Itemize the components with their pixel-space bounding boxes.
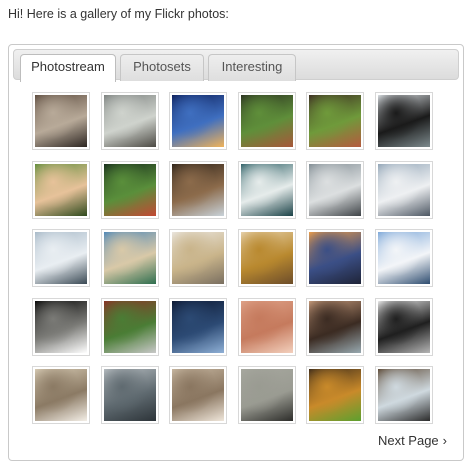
photo-thumbnail[interactable]	[169, 92, 227, 150]
photo-thumbnail[interactable]	[306, 92, 364, 150]
photo-image	[104, 369, 156, 421]
photo-thumbnail[interactable]	[238, 161, 296, 219]
photo-image	[104, 95, 156, 147]
photo-image	[378, 232, 430, 284]
photo-image	[104, 301, 156, 353]
next-page-label: Next Page	[377, 433, 439, 448]
photo-thumbnail[interactable]	[375, 366, 433, 424]
photo-thumbnail[interactable]	[306, 298, 364, 356]
photo-image	[241, 301, 293, 353]
photo-thumbnail[interactable]	[101, 92, 159, 150]
photo-thumbnail[interactable]	[375, 92, 433, 150]
photo-thumbnail[interactable]	[101, 161, 159, 219]
photo-image	[35, 95, 87, 147]
chevron-right-icon: ›	[442, 433, 447, 448]
photo-thumbnail[interactable]	[169, 298, 227, 356]
photo-thumbnail[interactable]	[375, 161, 433, 219]
photo-thumbnail[interactable]	[238, 298, 296, 356]
photo-image	[309, 95, 361, 147]
photo-thumbnail[interactable]	[101, 366, 159, 424]
photo-thumbnail[interactable]	[375, 229, 433, 287]
photo-thumbnail[interactable]	[32, 161, 90, 219]
photo-image	[35, 301, 87, 353]
photo-image	[241, 95, 293, 147]
photo-thumbnail[interactable]	[306, 366, 364, 424]
photo-image	[35, 232, 87, 284]
photo-image	[104, 164, 156, 216]
photo-image	[309, 232, 361, 284]
photo-image	[172, 232, 224, 284]
photo-image	[35, 164, 87, 216]
photo-thumbnail[interactable]	[238, 92, 296, 150]
photo-thumbnail[interactable]	[169, 161, 227, 219]
photo-thumbnail[interactable]	[32, 92, 90, 150]
photo-image	[35, 369, 87, 421]
photo-thumbnail[interactable]	[238, 229, 296, 287]
tab-photosets[interactable]: Photosets	[120, 54, 204, 81]
photo-thumbnail[interactable]	[169, 366, 227, 424]
photo-image	[378, 369, 430, 421]
photo-thumbnail[interactable]	[101, 229, 159, 287]
photo-image	[241, 369, 293, 421]
photo-thumbnail[interactable]	[32, 229, 90, 287]
tab-interesting[interactable]: Interesting	[208, 54, 296, 81]
photo-thumbnail[interactable]	[238, 366, 296, 424]
intro-text: Hi! Here is a gallery of my Flickr photo…	[8, 7, 229, 21]
photo-image	[172, 369, 224, 421]
photo-thumbnail[interactable]	[101, 298, 159, 356]
photo-image	[172, 164, 224, 216]
next-page-link[interactable]: Next Page ›	[378, 433, 447, 448]
tab-bar: Photostream Photosets Interesting	[13, 49, 459, 82]
photo-image	[378, 301, 430, 353]
tab-photostream[interactable]: Photostream	[20, 54, 116, 82]
photo-image	[378, 164, 430, 216]
flickr-gallery: Photostream Photosets Interesting Next P…	[8, 44, 464, 461]
photo-thumbnail[interactable]	[306, 161, 364, 219]
photo-image	[309, 164, 361, 216]
photo-thumbnail[interactable]	[375, 298, 433, 356]
photo-image	[309, 301, 361, 353]
photo-image	[104, 232, 156, 284]
photo-thumbnail[interactable]	[306, 229, 364, 287]
photo-thumbnail[interactable]	[32, 366, 90, 424]
photo-thumbnail[interactable]	[169, 229, 227, 287]
photo-image	[309, 369, 361, 421]
photo-thumbnail[interactable]	[32, 298, 90, 356]
photo-image	[172, 301, 224, 353]
photo-image	[172, 95, 224, 147]
photo-image	[241, 164, 293, 216]
photo-image	[241, 232, 293, 284]
photo-image	[378, 95, 430, 147]
